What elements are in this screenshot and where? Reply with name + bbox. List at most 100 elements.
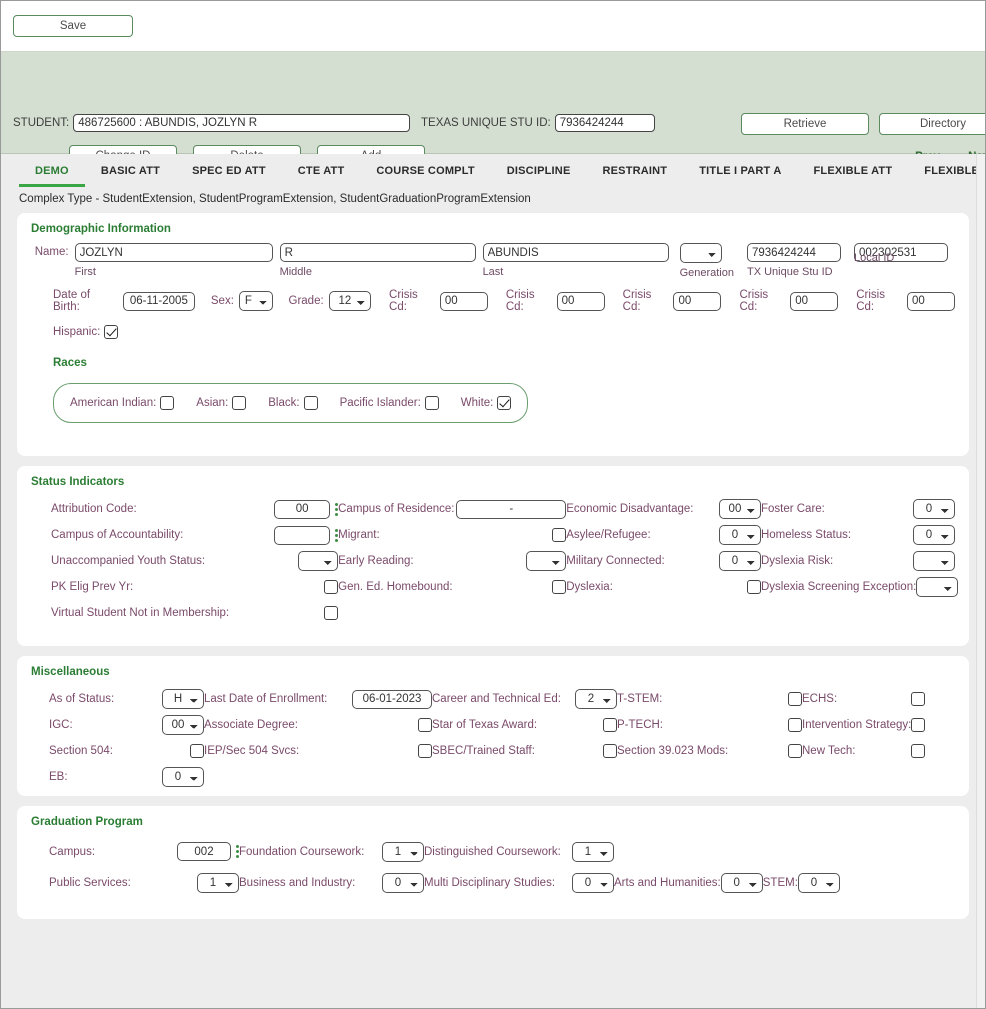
last-name-input[interactable] bbox=[482, 243, 669, 262]
first-name-input[interactable] bbox=[74, 243, 273, 262]
middle-name-input[interactable] bbox=[279, 243, 476, 262]
select-foundation-coursework[interactable]: 1 bbox=[382, 841, 424, 862]
select-asylee-refugee[interactable]: 0 bbox=[718, 525, 761, 545]
label-career-and-technical-ed: Career and Technical Ed: bbox=[432, 693, 561, 705]
input-last-date-of-enrollment[interactable] bbox=[352, 689, 432, 709]
select-dyslexia-risk[interactable] bbox=[913, 551, 955, 571]
name-label: Name: bbox=[34, 246, 69, 258]
checkbox-section-39-023-mods[interactable] bbox=[788, 744, 802, 758]
field-row-asylee-refugee: Asylee/Refugee: 0 bbox=[566, 522, 761, 548]
select-dyslexia-screening-exception[interactable] bbox=[916, 577, 959, 597]
crisis-code-input-5[interactable] bbox=[907, 291, 956, 311]
select-as-of-status[interactable]: H bbox=[162, 689, 204, 709]
checkbox-gen-ed-homebound[interactable] bbox=[552, 580, 567, 594]
tab-flexible-att[interactable]: FLEXIBLE ATT bbox=[797, 159, 908, 187]
tx-unique-id-input[interactable] bbox=[554, 114, 655, 132]
hispanic-label: Hispanic: bbox=[53, 326, 101, 338]
retrieve-button[interactable]: Retrieve bbox=[741, 113, 869, 135]
tab-course-complt[interactable]: COURSE COMPLT bbox=[360, 159, 490, 187]
control-wrap bbox=[324, 580, 339, 594]
last-name-caption: Last bbox=[482, 266, 504, 278]
checkbox-iep-sec-504-svcs[interactable] bbox=[418, 744, 432, 758]
crisis-code-input-4[interactable] bbox=[790, 291, 839, 311]
control-wrap bbox=[788, 718, 802, 732]
select-homeless-status[interactable]: 0 bbox=[913, 525, 955, 545]
miscellaneous-columns: As of Status: H IGC: 00 Section 504: EB: 0 Las… bbox=[31, 686, 955, 790]
select-arts-and-humanities[interactable]: 0 bbox=[720, 872, 763, 893]
select-stem[interactable]: 0 bbox=[797, 872, 840, 893]
select-career-and-technical-ed[interactable]: 2 bbox=[575, 689, 617, 709]
student-input[interactable] bbox=[73, 114, 411, 132]
checkbox-new-tech[interactable] bbox=[911, 744, 926, 758]
race-checkbox-4[interactable] bbox=[497, 396, 512, 410]
tab-discipline[interactable]: DISCIPLINE bbox=[491, 159, 587, 187]
checkbox-intervention-strategy[interactable] bbox=[911, 718, 926, 732]
control-wrap: 1 bbox=[382, 841, 424, 862]
select-military-connected[interactable]: 0 bbox=[718, 551, 761, 571]
tab-restraint[interactable]: RESTRAINT bbox=[586, 159, 683, 187]
checkbox-p-tech[interactable] bbox=[788, 718, 802, 732]
first-name-field: First bbox=[74, 243, 273, 278]
tx-unique-stu-id-input[interactable] bbox=[747, 243, 841, 262]
hispanic-checkbox[interactable] bbox=[104, 325, 119, 339]
checkbox-dyslexia[interactable] bbox=[746, 580, 761, 594]
select-igc[interactable]: 00 bbox=[162, 715, 204, 735]
race-checkbox-3[interactable] bbox=[424, 396, 439, 410]
race-group-0: American Indian: bbox=[70, 396, 175, 410]
control-wrap bbox=[911, 718, 926, 732]
race-checkbox-0[interactable] bbox=[160, 396, 175, 410]
input-campus-of-accountability[interactable] bbox=[274, 525, 331, 545]
checkbox-section-504[interactable] bbox=[190, 744, 204, 758]
label-foster-care: Foster Care: bbox=[760, 503, 825, 515]
tab-spec-ed-att[interactable]: SPEC ED ATT bbox=[176, 159, 282, 187]
control-wrap bbox=[913, 551, 955, 571]
field-row-p-tech: P-TECH: bbox=[617, 712, 802, 738]
checkbox-migrant[interactable] bbox=[552, 528, 567, 542]
crisis-code-input-3[interactable] bbox=[673, 291, 722, 311]
status-indicators-card: Status Indicators Attribution Code: Campu… bbox=[17, 466, 969, 646]
vertical-scrollbar[interactable] bbox=[976, 154, 985, 1008]
select-business-and-industry[interactable]: 0 bbox=[382, 872, 424, 893]
control-wrap bbox=[418, 744, 432, 758]
select-economic-disadvantage[interactable]: 00 bbox=[718, 499, 761, 519]
checkbox-pk-elig-prev-yr[interactable] bbox=[324, 580, 339, 594]
tab-title-i-part-a[interactable]: TITLE I PART A bbox=[683, 159, 797, 187]
checkbox-associate-degree[interactable] bbox=[418, 718, 432, 732]
select-eb[interactable]: 0 bbox=[162, 767, 204, 787]
checkbox-sbec-trained-staff[interactable] bbox=[603, 744, 617, 758]
grade-select[interactable]: 12 bbox=[328, 291, 372, 311]
dob-input[interactable] bbox=[122, 291, 195, 311]
select-early-reading[interactable] bbox=[526, 551, 567, 571]
tab-flexible-spec-ed-att[interactable]: FLEXIBLE SPEC ED ATT bbox=[908, 159, 985, 187]
status-column-2: Campus of Residence: Migrant: Early Readin… bbox=[338, 496, 567, 626]
directory-button[interactable]: Directory bbox=[879, 113, 985, 135]
label-as-of-status: As of Status: bbox=[49, 693, 115, 705]
input-campus[interactable] bbox=[177, 842, 231, 861]
checkbox-virtual-student-not-in-membership[interactable] bbox=[324, 606, 339, 620]
field-row-homeless-status: Homeless Status: 0 bbox=[761, 522, 955, 548]
input-campus-of-residence[interactable] bbox=[456, 499, 567, 519]
input-attribution-code[interactable] bbox=[274, 499, 331, 519]
select-distinguished-coursework[interactable]: 1 bbox=[572, 841, 614, 862]
crisis-code-input-2[interactable] bbox=[556, 291, 605, 311]
tab-cte-att[interactable]: CTE ATT bbox=[282, 159, 361, 187]
tab-demo[interactable]: DEMO bbox=[19, 159, 85, 187]
race-checkbox-2[interactable] bbox=[303, 396, 318, 410]
crisis-code-input-1[interactable] bbox=[439, 291, 488, 311]
field-row-campus-of-accountability: Campus of Accountability: bbox=[51, 522, 339, 548]
field-row-arts-and-humanities: Arts and Humanities: 0 bbox=[614, 867, 763, 898]
checkbox-star-of-texas-award[interactable] bbox=[603, 718, 617, 732]
race-label-3: Pacific Islander: bbox=[339, 397, 421, 409]
select-public-services[interactable]: 1 bbox=[197, 872, 239, 893]
tab-basic-att[interactable]: BASIC ATT bbox=[85, 159, 176, 187]
sex-select[interactable]: F bbox=[238, 291, 273, 311]
generation-select[interactable] bbox=[679, 243, 722, 263]
select-multi-disciplinary-studies[interactable]: 0 bbox=[572, 872, 614, 893]
select-unaccompanied-youth-status[interactable] bbox=[298, 551, 339, 571]
save-button[interactable]: Save bbox=[13, 15, 133, 37]
checkbox-t-stem[interactable] bbox=[788, 692, 802, 706]
checkbox-echs[interactable] bbox=[911, 692, 926, 706]
header-right-buttons: Retrieve Directory bbox=[741, 113, 985, 135]
race-checkbox-1[interactable] bbox=[232, 396, 247, 410]
select-foster-care[interactable]: 0 bbox=[913, 499, 955, 519]
